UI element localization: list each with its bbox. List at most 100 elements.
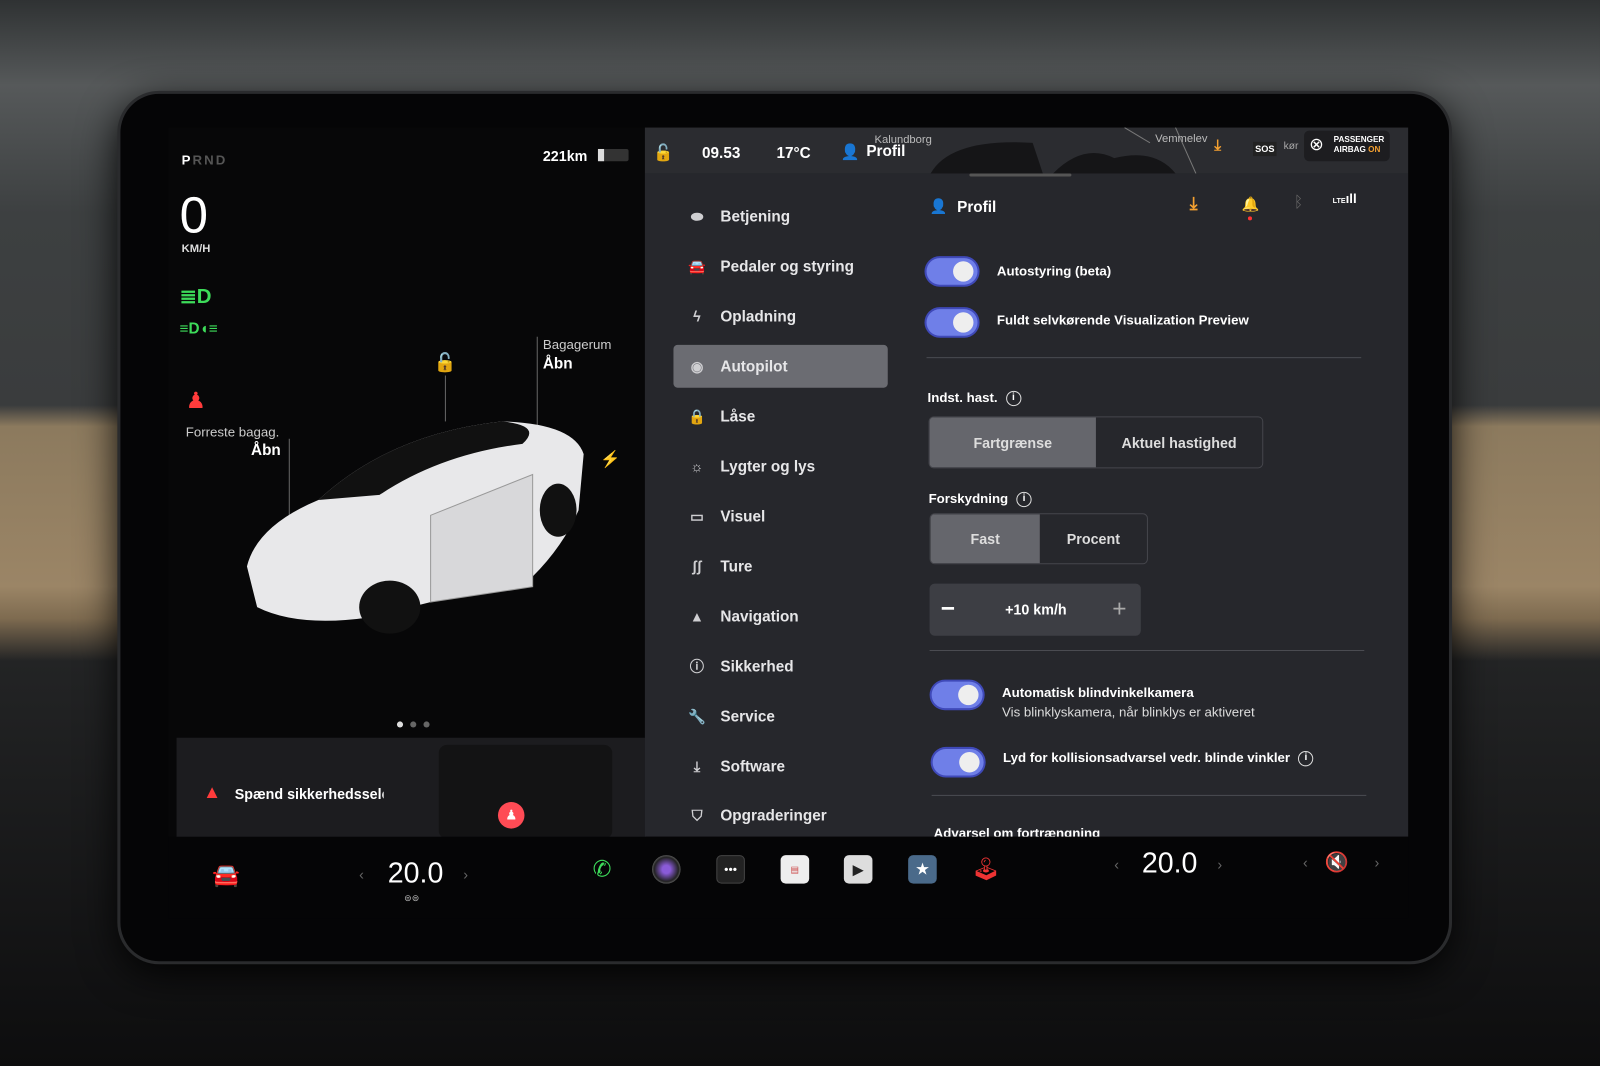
- bag-icon: ⛉: [691, 806, 703, 823]
- page-dot[interactable]: [410, 721, 417, 728]
- divider: [929, 649, 1365, 652]
- fsd-preview-toggle[interactable]: [926, 309, 978, 336]
- arcade-joystick-icon[interactable]: 🕹: [971, 855, 1000, 884]
- notification-dot: [1247, 216, 1253, 221]
- menu-item-sikkerhed[interactable]: ⓘ Sikkerhed: [673, 645, 887, 688]
- mute-icon[interactable]: 🔇: [1324, 850, 1348, 874]
- bell-icon[interactable]: 🔔: [1242, 196, 1260, 213]
- lock-status-icon[interactable]: 🔓: [653, 143, 673, 163]
- map-label: Kalundborg: [874, 133, 932, 146]
- seat-heater-icon[interactable]: ⊜⊜: [404, 893, 419, 904]
- charge-port-icon[interactable]: ⚡: [600, 449, 620, 469]
- toybox-icon[interactable]: ★: [908, 855, 937, 884]
- menu-item-betjening[interactable]: ⬬ Betjening: [673, 195, 887, 238]
- menu-label: Lygter og lys: [720, 457, 816, 475]
- phone-icon[interactable]: ✆: [588, 855, 617, 884]
- menu-item-navigation[interactable]: ▲ Navigation: [673, 595, 887, 638]
- blind-spot-camera-label: Automatisk blindvinkelkamera: [1002, 684, 1194, 700]
- update-download-icon[interactable]: ⤓: [1214, 137, 1221, 154]
- cut-off-section: Advarsel om fortrængning: [933, 824, 1138, 837]
- blind-spot-chime-text: Lyd for kollisionsadvarsel vedr. blinde …: [1003, 749, 1291, 766]
- camera-icon[interactable]: [652, 855, 681, 884]
- passenger-temp-up[interactable]: ›: [1217, 856, 1222, 872]
- driver-temp-down[interactable]: ‹: [359, 866, 364, 882]
- airbag-icon: ⊗: [1309, 134, 1324, 155]
- car-controls-icon[interactable]: 🚘: [212, 862, 240, 889]
- set-speed-segmented: Fartgrænse Aktuel hastighed: [928, 416, 1264, 469]
- unlock-icon[interactable]: 🔓: [434, 352, 457, 373]
- sun-icon: ☼: [690, 458, 704, 475]
- car-icon: 🚘: [688, 257, 706, 274]
- menu-item-laase[interactable]: 🔒 Låse: [673, 395, 887, 438]
- option-procent[interactable]: Procent: [1040, 514, 1147, 563]
- menu-label: Autopilot: [720, 357, 788, 375]
- sos-button[interactable]: SOS: [1253, 141, 1277, 157]
- blind-spot-camera-sub: Vis blinklyskamera, når blinklys er akti…: [1002, 704, 1255, 720]
- driver-temp-up[interactable]: ›: [463, 866, 468, 882]
- speed-readout: 0: [179, 186, 208, 244]
- seatbelt-seat-icon: ♟: [497, 802, 525, 829]
- passenger-temp[interactable]: 20.0: [1142, 847, 1198, 880]
- seatbelt-warning-icon: ♟: [185, 387, 206, 414]
- menu-item-lygter[interactable]: ☼ Lygter og lys: [673, 445, 887, 488]
- volume-down[interactable]: ‹: [1303, 854, 1308, 870]
- menu-item-pedaler[interactable]: 🚘 Pedaler og styring: [673, 245, 887, 288]
- divider: [931, 794, 1367, 796]
- menu-item-visuel[interactable]: ▭ Visuel: [673, 495, 887, 538]
- menu-label: Visuel: [720, 507, 766, 525]
- page-dot-active[interactable]: [396, 721, 404, 728]
- menu-label: Låse: [720, 407, 756, 425]
- menu-label: Opgraderinger: [720, 806, 827, 824]
- page-dot[interactable]: [423, 721, 430, 728]
- range-readout: 221km: [542, 147, 588, 165]
- option-aktuel-hastighed[interactable]: Aktuel hastighed: [1096, 417, 1262, 467]
- menu-item-software[interactable]: ⤓ Software: [673, 745, 887, 788]
- profile-title[interactable]: Profil: [957, 199, 996, 216]
- offset-segmented: Fast Procent: [929, 513, 1148, 565]
- parking-lights-icon: ≡D◖≡: [179, 320, 218, 338]
- blind-spot-chime-toggle[interactable]: [932, 748, 984, 776]
- speed-unit: KM/H: [181, 242, 211, 256]
- menu-item-opladning[interactable]: ϟ Opladning: [673, 295, 887, 338]
- menu-item-service[interactable]: 🔧 Service: [673, 695, 887, 738]
- menu-label: Ture: [720, 557, 753, 575]
- trunk-open-button[interactable]: Åbn: [543, 355, 573, 372]
- calendar-icon[interactable]: ▤: [780, 855, 810, 884]
- info-icon[interactable]: i: [1298, 751, 1314, 767]
- decrease-button[interactable]: −: [941, 595, 955, 624]
- menu-item-ture[interactable]: ʃʃ Ture: [673, 545, 887, 588]
- info-icon[interactable]: i: [1016, 491, 1032, 508]
- download-icon: ⤓: [693, 757, 701, 774]
- profile-icon[interactable]: 👤: [841, 143, 860, 161]
- driver-temp[interactable]: 20.0: [388, 857, 444, 890]
- passenger-temp-down[interactable]: ‹: [1114, 856, 1119, 872]
- menu-item-autopilot[interactable]: ◉ Autopilot: [673, 344, 888, 388]
- toggle-icon: ⬬: [690, 207, 704, 224]
- cut-off-heading: Advarsel om fortrængning: [933, 825, 1101, 837]
- warning-triangle-icon: ▲: [203, 781, 222, 803]
- download-icon[interactable]: ⤓: [1190, 194, 1198, 214]
- more-apps-icon[interactable]: •••: [716, 855, 745, 884]
- blind-spot-camera-toggle[interactable]: [931, 681, 983, 709]
- set-speed-label-text: Indst. hast.: [927, 389, 998, 406]
- info-icon[interactable]: i: [1005, 390, 1022, 407]
- seat-map-image: [438, 744, 613, 839]
- alert-circle-icon: ⓘ: [689, 658, 705, 675]
- option-fast[interactable]: Fast: [930, 514, 1040, 564]
- car-model-image: [246, 421, 584, 634]
- autosteer-toggle[interactable]: [926, 258, 978, 285]
- airbag-state: ON: [1368, 144, 1381, 155]
- drag-handle[interactable]: [969, 173, 1072, 177]
- volume-up[interactable]: ›: [1374, 854, 1379, 870]
- gear-others: RND: [192, 152, 228, 168]
- increase-button[interactable]: +: [1112, 595, 1126, 624]
- navigation-icon: ▲: [689, 608, 704, 625]
- media-player-icon[interactable]: ▶: [843, 855, 873, 884]
- menu-label: Opladning: [720, 307, 797, 325]
- bluetooth-icon[interactable]: ᛒ: [1294, 194, 1303, 211]
- option-fartgraense[interactable]: Fartgrænse: [929, 417, 1096, 468]
- outside-temperature: 17°C: [776, 144, 811, 163]
- trunk-label: Bagagerum: [542, 336, 612, 353]
- menu-item-opgraderinger[interactable]: ⛉ Opgraderinger: [673, 794, 887, 837]
- fsd-preview-label: Fuldt selvkørende Visualization Preview: [996, 312, 1249, 328]
